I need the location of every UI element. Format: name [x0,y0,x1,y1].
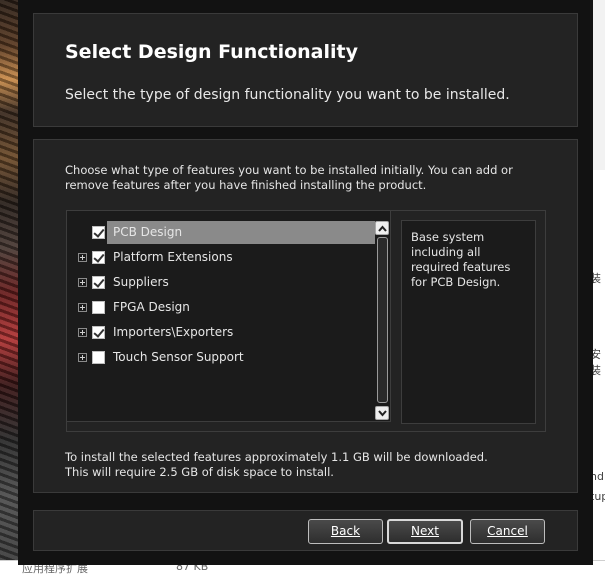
feature-row[interactable]: Platform Extensions [67,246,377,268]
download-size-text: To install the selected features approxi… [65,450,488,464]
feature-label: PCB Design [113,225,183,239]
download-info: To install the selected features approxi… [65,450,488,480]
feature-row[interactable]: FPGA Design [67,296,377,318]
feature-label: Touch Sensor Support [113,350,244,364]
button-bar: Back Next Cancel [33,510,578,551]
desktop-background [0,0,20,565]
feature-checkbox[interactable] [92,275,105,289]
feature-description: Base system including all required featu… [401,220,536,424]
page-subtitle: Select the type of design functionality … [65,87,510,103]
tree-scrollbar[interactable] [375,221,391,421]
chevron-down-icon [378,410,387,417]
feature-checkbox[interactable] [92,225,105,239]
feature-row[interactable]: Suppliers [67,271,377,293]
feature-row[interactable]: PCB Design [67,221,377,244]
content-panel: Choose what type of features you want to… [33,139,578,493]
installer-window: Select Design Functionality Select the t… [18,0,593,565]
feature-label: FPGA Design [113,300,190,314]
feature-label: Suppliers [113,275,169,289]
cancel-button[interactable]: Cancel [470,519,545,544]
expand-icon[interactable] [78,327,87,337]
scroll-down-button[interactable] [375,406,389,420]
scroll-up-button[interactable] [375,221,389,235]
feature-label: Platform Extensions [113,250,233,264]
feature-tree: PCB Design Platform Extensions Suppliers FP… [66,210,391,422]
feature-row[interactable]: Touch Sensor Support [67,346,377,368]
back-button[interactable]: Back [308,519,383,544]
scroll-thumb[interactable] [377,237,388,403]
feature-checkbox[interactable] [92,250,105,264]
expand-icon[interactable] [78,352,87,362]
feature-checkbox[interactable] [92,300,105,314]
expand-icon[interactable] [78,252,87,262]
feature-checkbox[interactable] [92,350,105,364]
disk-space-text: This will require 2.5 GB of disk space t… [65,465,334,479]
header-panel: Select Design Functionality Select the t… [33,13,578,127]
intro-text: Choose what type of features you want to… [65,163,513,192]
feature-row[interactable]: Importers\Exporters [67,321,377,343]
next-button[interactable]: Next [387,519,463,544]
expand-icon[interactable] [78,302,87,312]
feature-checkbox[interactable] [92,325,105,339]
chevron-up-icon [378,225,387,232]
feature-label: Importers\Exporters [113,325,234,339]
expand-icon[interactable] [78,277,87,287]
page-title: Select Design Functionality [65,41,358,63]
